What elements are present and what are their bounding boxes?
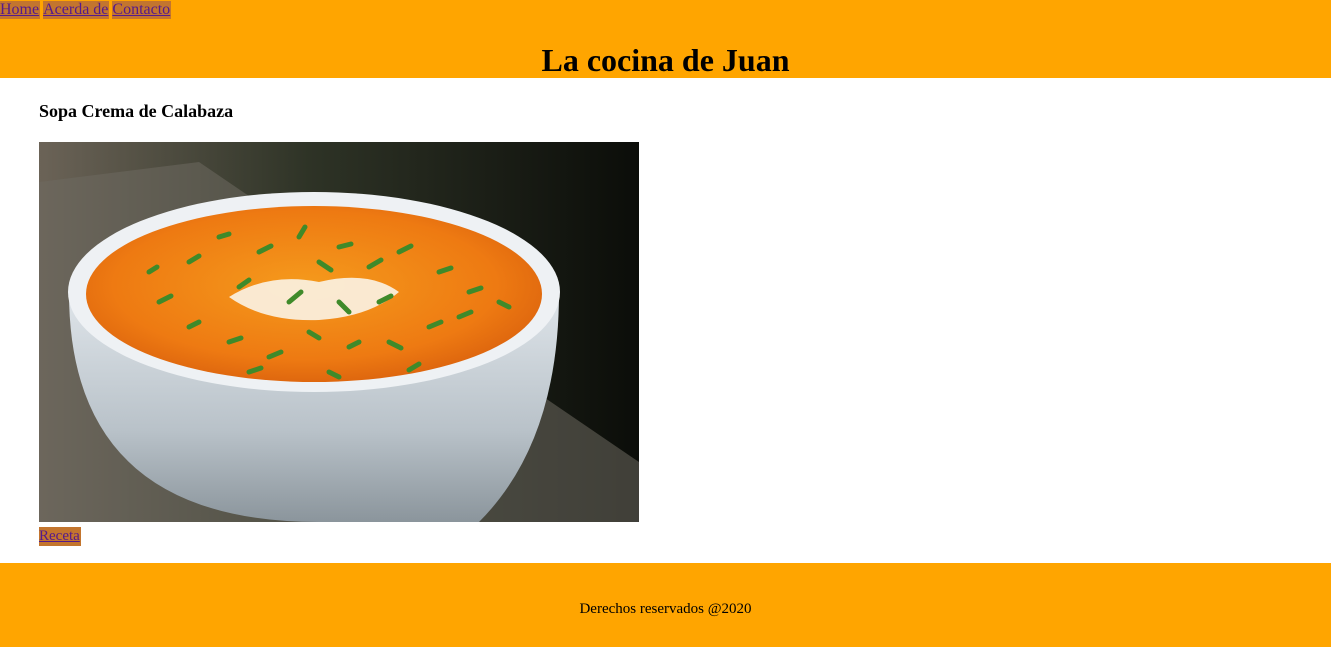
recipe-title: Sopa Crema de Calabaza (39, 101, 234, 121)
copyright-text: Derechos reservados @2020 (579, 601, 752, 617)
recipe-link[interactable]: Receta (39, 527, 81, 546)
nav-link-home[interactable]: Home (0, 1, 41, 19)
nav-link-about[interactable]: Acerda de (43, 1, 110, 19)
site-header: Home Acerda de Contacto La cocina de Jua… (0, 0, 1331, 78)
main-nav: Home Acerda de Contacto (0, 1, 172, 19)
pumpkin-soup-photo (39, 142, 639, 522)
nav-link-contact[interactable]: Contacto (112, 1, 172, 19)
site-title: La cocina de Juan (541, 42, 790, 78)
